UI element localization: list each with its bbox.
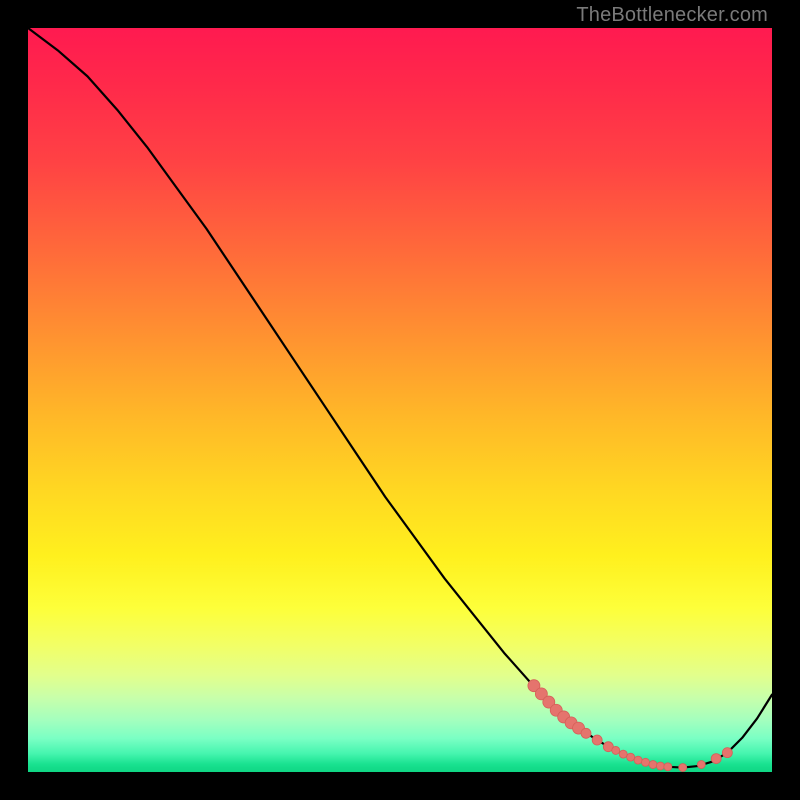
data-marker (649, 761, 657, 769)
data-marker (612, 746, 620, 754)
watermark-text: TheBottlenecker.com (576, 4, 768, 27)
data-marker (664, 763, 672, 771)
data-marker (634, 756, 642, 764)
data-marker (679, 764, 687, 772)
data-marker (642, 758, 650, 766)
bottleneck-curve (28, 28, 772, 768)
chart-svg (28, 28, 772, 772)
chart-frame: TheBottlenecker.com (0, 0, 800, 800)
data-marker (592, 735, 602, 745)
markers-group (528, 680, 732, 772)
data-marker (656, 762, 664, 770)
data-marker (581, 728, 591, 738)
data-marker (627, 753, 635, 761)
data-marker (697, 761, 705, 769)
data-marker (722, 748, 732, 758)
plot-area (28, 28, 772, 772)
data-marker (711, 754, 721, 764)
data-marker (619, 750, 627, 758)
